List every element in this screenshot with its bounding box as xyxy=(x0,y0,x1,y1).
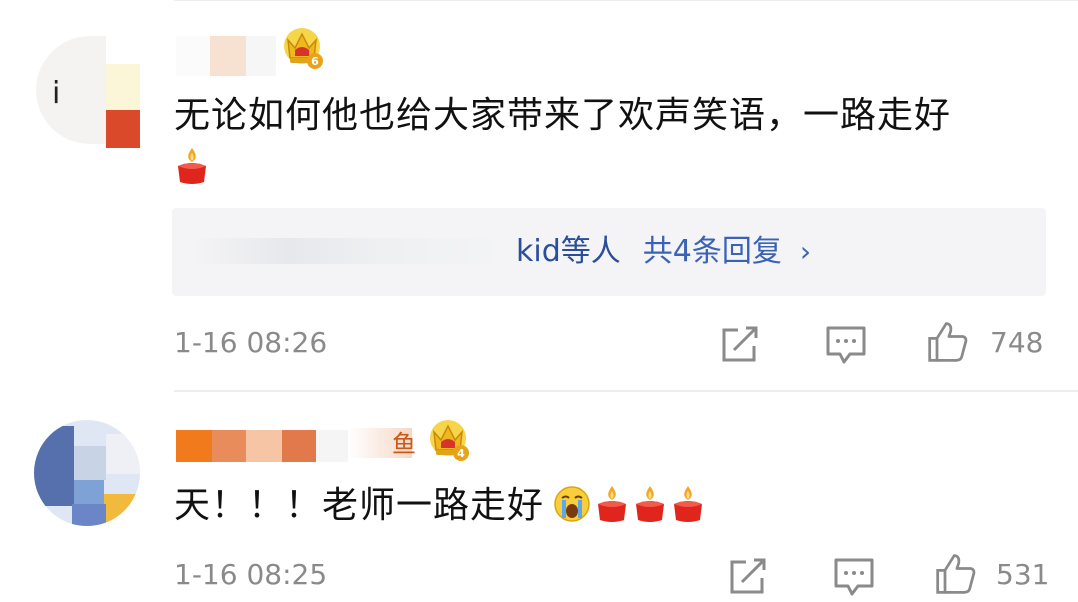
crying-face-emoji-icon xyxy=(554,486,590,522)
thumbs-up-icon[interactable] xyxy=(926,320,970,364)
crown-badge-icon[interactable]: 4 xyxy=(428,418,470,462)
thumbs-up-icon[interactable] xyxy=(934,552,978,596)
reply-preview[interactable]: kid等人 共4条回复 › xyxy=(172,208,1046,296)
username-tail-char: 鱼 xyxy=(392,430,416,458)
share-icon[interactable] xyxy=(718,322,762,366)
candle-emoji-icon xyxy=(674,486,702,522)
candle-emoji-icon xyxy=(598,486,626,522)
comment-icon[interactable] xyxy=(832,554,876,598)
avatar-letter: i xyxy=(52,76,61,111)
share-icon[interactable] xyxy=(726,554,770,598)
username-blurred[interactable] xyxy=(176,36,276,76)
username-blurred[interactable] xyxy=(176,430,348,462)
divider xyxy=(174,390,1078,392)
comment-timestamp: 1-16 08:26 xyxy=(174,326,328,359)
comment-item: i 6 无论如何他也给大家带来了欢声笑语，一路走好 kid等人 共4条回复 › 1-… xyxy=(0,0,1078,392)
svg-text:4: 4 xyxy=(457,447,465,460)
candle-emoji-icon xyxy=(636,486,664,522)
chevron-right-icon: › xyxy=(799,235,812,268)
candle-emoji-icon xyxy=(178,148,206,184)
like-count: 531 xyxy=(996,558,1050,591)
crown-badge-icon[interactable]: 6 xyxy=(282,26,324,70)
svg-text:6: 6 xyxy=(311,55,319,68)
reply-count-link[interactable]: 共4条回复 xyxy=(643,234,782,269)
reply-users[interactable]: kid等人 xyxy=(516,234,621,269)
like-count: 748 xyxy=(990,326,1044,359)
emoji-row xyxy=(174,146,210,190)
comment-text: 天！！！老师一路走好 xyxy=(174,485,545,526)
emoji-row xyxy=(552,484,706,524)
comment-text: 无论如何他也给大家带来了欢声笑语，一路走好 xyxy=(174,95,952,136)
avatar[interactable] xyxy=(34,420,140,532)
comment-icon[interactable] xyxy=(824,322,868,366)
avatar[interactable]: i xyxy=(36,36,144,150)
reply-users-blurred xyxy=(192,238,512,264)
comment-timestamp: 1-16 08:25 xyxy=(174,558,328,591)
